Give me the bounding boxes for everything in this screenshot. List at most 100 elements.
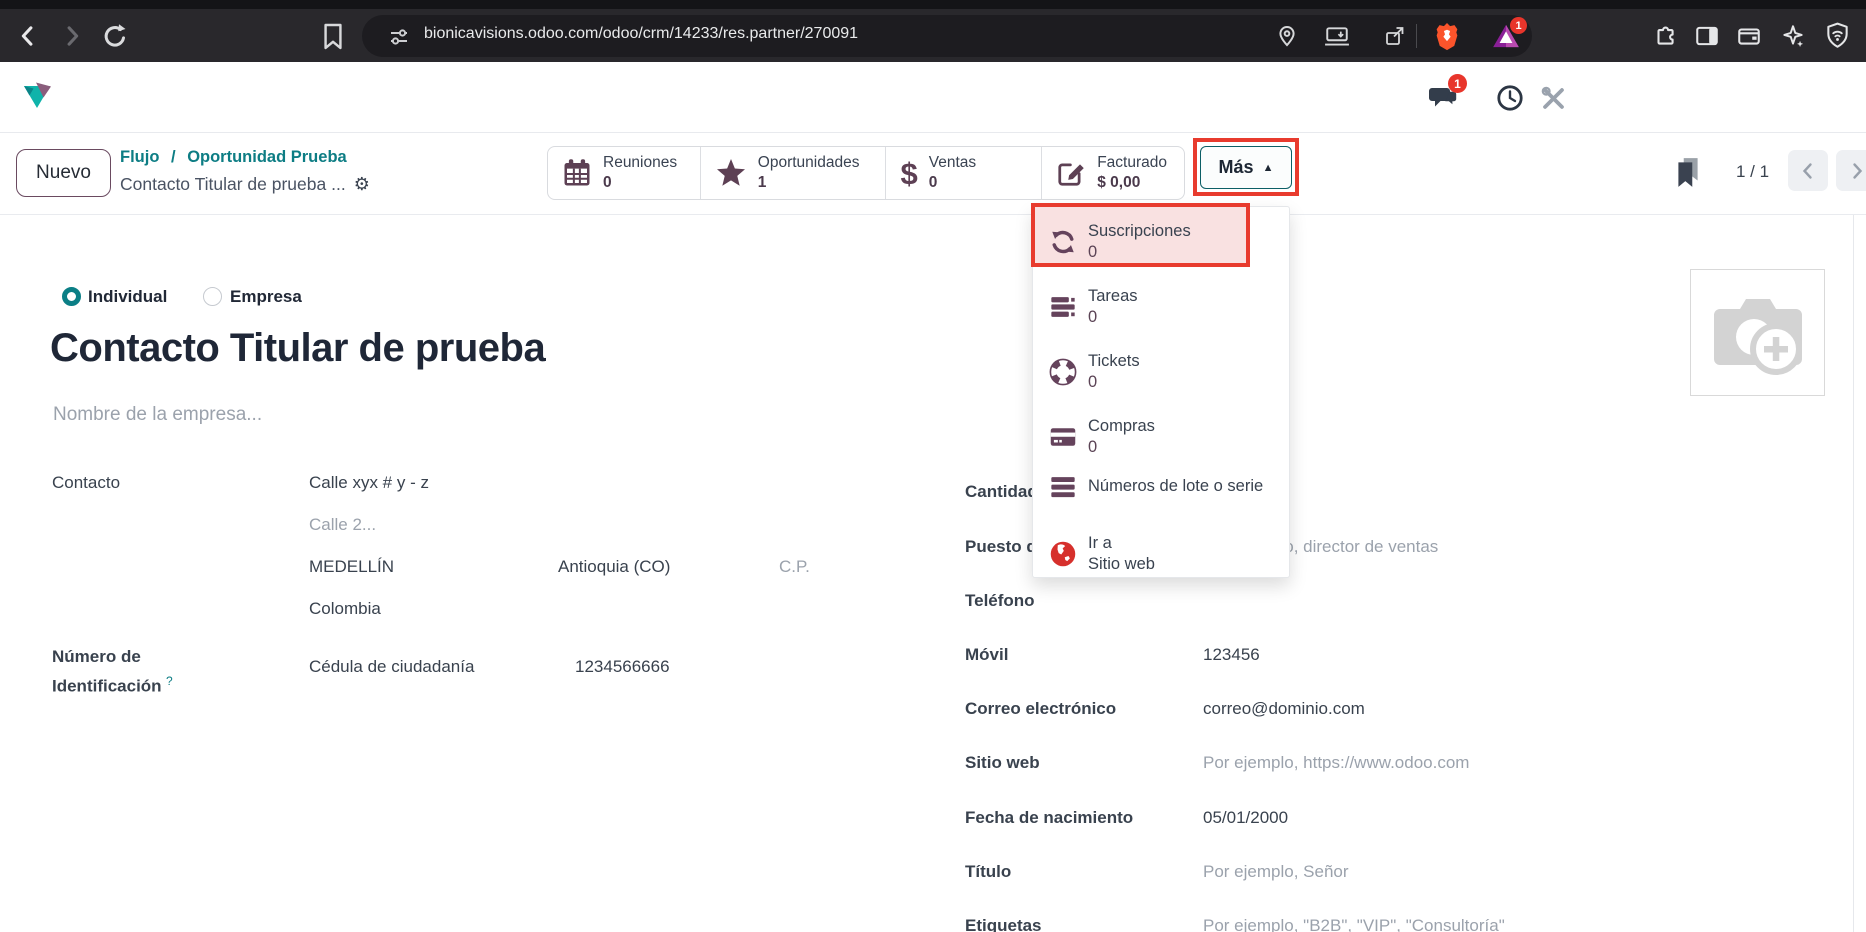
dollar-icon: $ [900, 158, 917, 189]
url-text[interactable]: bionicavisions.odoo.com/odoo/crm/14233/r… [424, 25, 858, 43]
stat-facturado[interactable]: Facturado$ 0,00 [1042, 147, 1184, 199]
crm-app-icon[interactable] [20, 80, 54, 112]
company-name-input[interactable]: Nombre de la empresa... [53, 404, 262, 426]
activities-clock-icon[interactable] [1496, 84, 1524, 112]
street2-input[interactable]: Calle 2... [309, 515, 376, 535]
share-icon[interactable] [1384, 25, 1406, 47]
location-icon[interactable] [1276, 25, 1298, 47]
correo-input[interactable]: correo@dominio.com [1203, 699, 1365, 718]
bookmark-icon[interactable] [322, 23, 344, 50]
state-input[interactable]: Antioquia (CO) [558, 557, 779, 577]
caret-up-icon: ▲ [1263, 162, 1274, 174]
identification-label-line1: Número de [52, 647, 141, 667]
toolbar-separator [1416, 24, 1417, 48]
save-offline-icon[interactable] [1324, 26, 1350, 48]
new-button[interactable]: Nuevo [16, 149, 111, 197]
dropdown-item-tickets[interactable]: Tickets0 [1033, 351, 1289, 395]
browser-top-strip [0, 0, 1866, 9]
control-panel: Nuevo Flujo / Oportunidad Prueba Contact… [0, 133, 1866, 215]
refresh-icon [1049, 228, 1077, 256]
wallet-icon[interactable] [1736, 23, 1762, 49]
tasks-icon [1049, 293, 1077, 321]
stat-ventas[interactable]: $ Ventas0 [886, 147, 1042, 199]
sheet-divider [1853, 215, 1854, 932]
site-settings-icon[interactable] [388, 26, 410, 48]
brave-shields-icon[interactable] [1434, 22, 1460, 51]
breadcrumb-oportunidad[interactable]: Oportunidad Prueba [187, 148, 347, 166]
address-bar[interactable]: bionicavisions.odoo.com/odoo/crm/14233/r… [362, 15, 1532, 57]
field-movil: Móvil123456 [965, 645, 1260, 665]
radio-individual-label[interactable]: Individual [88, 287, 167, 307]
record-name[interactable]: Contacto Titular de prueba ... [120, 174, 346, 194]
city-row: MEDELLÍNAntioquia (CO)C.P. [309, 557, 810, 577]
dropdown-item-compras[interactable]: Compras0 [1033, 416, 1289, 460]
pager-counter: 1 / 1 [1736, 162, 1769, 182]
more-button[interactable]: Más▲ [1200, 146, 1292, 189]
rewards-badge: 1 [1510, 17, 1527, 34]
contact-title[interactable]: Contacto Titular de prueba [50, 326, 545, 371]
identification-label-line2: Identificación ? [52, 674, 173, 696]
record-name-row: Contacto Titular de prueba ... ⚙ [120, 174, 370, 195]
radio-empresa[interactable] [203, 287, 222, 306]
bookmark-flag-icon[interactable] [1674, 156, 1702, 188]
messages-badge: 1 [1448, 74, 1467, 93]
credit-card-icon [1049, 423, 1077, 451]
sitio-web-input[interactable]: Por ejemplo, https://www.odoo.com [1203, 753, 1469, 772]
breadcrumb-flujo[interactable]: Flujo [120, 148, 159, 166]
stat-value: 0 [929, 173, 976, 193]
field-contacto: ContactoCalle xyx # y - z [52, 473, 429, 493]
radio-empresa-label[interactable]: Empresa [230, 287, 302, 307]
browser-toolbar: bionicavisions.odoo.com/odoo/crm/14233/r… [0, 0, 1866, 62]
sidebar-icon[interactable] [1694, 23, 1720, 49]
breadcrumb: Flujo / Oportunidad Prueba [120, 148, 347, 167]
lifering-icon [1049, 358, 1077, 386]
titulo-input[interactable]: Por ejemplo, Señor [1203, 862, 1349, 881]
stat-reuniones[interactable]: Reuniones0 [548, 147, 701, 199]
back-icon[interactable] [14, 22, 42, 50]
dropdown-item-tareas[interactable]: Tareas0 [1033, 286, 1289, 330]
star-icon [715, 157, 747, 189]
radio-individual[interactable] [62, 287, 81, 306]
forward-icon[interactable] [58, 22, 86, 50]
movil-input[interactable]: 123456 [1203, 645, 1260, 664]
next-record-button[interactable] [1836, 150, 1866, 191]
edit-icon [1056, 158, 1086, 188]
globe-icon [1049, 540, 1077, 568]
reload-icon[interactable] [100, 21, 130, 51]
extensions-puzzle-icon[interactable] [1652, 23, 1678, 49]
dropdown-item-ir-a-sitio-web[interactable]: Ir aSitio web [1033, 533, 1289, 577]
dropdown-item-numeros-lote[interactable]: Números de lote o serie [1033, 473, 1289, 501]
chevron-left-icon [1800, 162, 1816, 180]
odoo-navbar: CRM Ventas Leads: Prospectos Reportes Co… [0, 62, 1866, 133]
tools-icon[interactable] [1540, 85, 1567, 112]
field-sitio-web: Sitio webPor ejemplo, https://www.odoo.c… [965, 753, 1469, 773]
help-icon[interactable]: ? [166, 674, 173, 688]
identification-row: Cédula de ciudadanía1234566666 [309, 657, 670, 677]
contacto-label: Contacto [52, 473, 309, 493]
leo-ai-sparkle-icon[interactable] [1780, 23, 1806, 49]
identification-number-input[interactable]: 1234566666 [575, 657, 670, 676]
fecha-input[interactable]: 05/01/2000 [1203, 808, 1288, 827]
zip-input[interactable]: C.P. [779, 557, 810, 576]
stat-oportunidades[interactable]: Oportunidades1 [701, 147, 887, 199]
settings-gear-icon[interactable]: ⚙ [354, 174, 370, 194]
street-input[interactable]: Calle xyx # y - z [309, 473, 429, 492]
vpn-shield-icon[interactable] [1824, 22, 1851, 50]
field-titulo: TítuloPor ejemplo, Señor [965, 862, 1349, 882]
contact-photo-upload[interactable] [1690, 269, 1825, 396]
chevron-right-icon [1849, 162, 1865, 180]
city-input[interactable]: MEDELLÍN [309, 557, 558, 577]
stat-label: Oportunidades [758, 153, 860, 173]
stat-label: Reuniones [603, 153, 677, 173]
dropdown-item-suscripciones[interactable]: Suscripciones0 [1033, 221, 1289, 265]
stat-label: Facturado [1097, 153, 1167, 173]
stat-label: Ventas [929, 153, 976, 173]
etiquetas-input[interactable]: Por ejemplo, "B2B", "VIP", "Consultoría" [1203, 916, 1505, 932]
prev-record-button[interactable] [1788, 150, 1828, 191]
country-input[interactable]: Colombia [309, 599, 381, 619]
camera-plus-icon [1706, 287, 1810, 379]
field-etiquetas: EtiquetasPor ejemplo, "B2B", "VIP", "Con… [965, 916, 1505, 932]
identification-type-select[interactable]: Cédula de ciudadanía [309, 657, 575, 677]
odoo-crm-contact-page: bionicavisions.odoo.com/odoo/crm/14233/r… [0, 0, 1866, 932]
breadcrumb-separator: / [164, 148, 183, 166]
